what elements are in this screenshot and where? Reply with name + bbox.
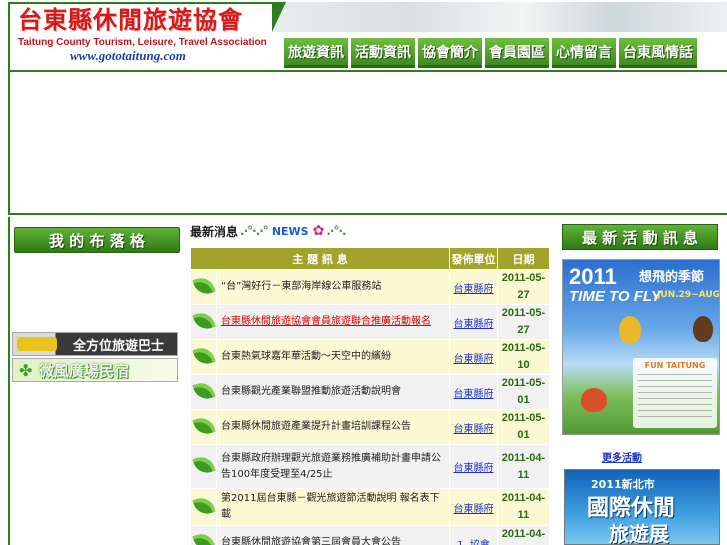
balloon-icon [693, 316, 713, 342]
news-subject-link[interactable]: 第2011屆台東縣－觀光旅遊節活動說明 報名表下載 [216, 488, 450, 526]
more-activities-link[interactable]: 更多活動 [602, 449, 642, 464]
leaf-icon-cell [190, 409, 217, 445]
latest-activities-heading[interactable]: 最 新 活 動 訊 息 [562, 224, 718, 250]
flash-banner-area [8, 72, 727, 215]
poster-text-lines [638, 374, 712, 420]
dots-decoration-icon: .·°·.·° [240, 224, 269, 238]
leaf-icon-cell [190, 525, 217, 545]
leaf-icon [191, 413, 216, 438]
news-section: 最新消息 .·°·.·° NEWS ✿ .·°·. 主 題 訊 息 發佈單位 日… [190, 220, 552, 545]
news-date: 2011-05-27 [497, 269, 550, 305]
bus-icon [17, 337, 57, 351]
news-subject-link[interactable]: 台東縣休閒旅遊產業提升計畫培訓課程公告 [216, 409, 450, 445]
news-table-header: 主 題 訊 息 發佈單位 日期 [190, 247, 550, 270]
poster-info-panel: FUN TAITUNG [633, 358, 717, 428]
table-row: 台東熱氣球嘉年華活動～天空中的繽紛 台東縣府 2011-05-10 [190, 339, 550, 375]
logo-english-title: Taitung County Tourism, Leisure, Travel … [18, 37, 267, 48]
news-heading: 最新消息 .·°·.·° NEWS ✿ .·°·. [190, 220, 552, 242]
news-table: 主 題 訊 息 發佈單位 日期 “台”灣好行－東部海岸線公車服務站 台東縣府 2… [190, 247, 550, 545]
breeze-plaza-label: 微風廣場民宿 [39, 361, 130, 380]
nav-guestbook[interactable]: 心情留言 [552, 38, 616, 68]
poster-dates: JUN.29~AUG.31 [657, 290, 720, 300]
leaf-icon [191, 308, 216, 333]
poster-season: 想飛的季節 [639, 270, 705, 285]
leaf-icon-cell [190, 374, 217, 410]
right-sidebar: 最 新 活 動 訊 息 2011 想飛的季節 TIME TO FLY JUN.2… [558, 217, 727, 545]
table-row: 台東縣政府辦理觀光旅遊業務推廣補助計畫申請公告100年度受理至4/25止 台東縣… [190, 444, 550, 489]
news-subject-link[interactable]: 台東縣觀光產業聯盟推動旅遊活動說明會 [216, 374, 450, 410]
my-blog-heading[interactable]: 我 的 布 落 格 [14, 227, 180, 253]
leaf-icon-cell [190, 339, 217, 375]
news-label: NEWS [271, 224, 309, 238]
news-date: 2011-05-27 [497, 304, 550, 340]
site-header: 台東縣休閒旅遊協會 Taitung County Tourism, Leisur… [8, 2, 727, 72]
flower-icon: ✿ [312, 223, 325, 239]
logo-url: www.gototaitung.com [70, 48, 186, 63]
activity-poster[interactable]: 2011 想飛的季節 TIME TO FLY JUN.29~AUG.31 FUN… [562, 259, 720, 435]
leaf-icon [191, 378, 216, 403]
tour-bus-banner[interactable]: 全方位旅遊巴士 [12, 332, 178, 356]
news-subject-link[interactable]: 台東熱氣球嘉年華活動～天空中的繽紛 [216, 339, 450, 375]
leaf-icon [191, 493, 216, 518]
news-date: 2011-04-11 [497, 488, 550, 526]
news-author-link[interactable]: 台東縣府 [449, 339, 498, 375]
table-row: 台東縣觀光產業聯盟推動旅遊活動說明會 台東縣府 2011-05-01 [190, 374, 550, 410]
leaf-icon [191, 343, 216, 368]
table-row: 台東縣休閒旅遊產業提升計畫培訓課程公告 台東縣府 2011-05-01 [190, 409, 550, 445]
news-date: 2011-05-10 [497, 339, 550, 375]
nav-members[interactable]: 會員園區 [485, 38, 549, 68]
page: 台東縣休閒旅遊協會 Taitung County Tourism, Leisur… [0, 0, 727, 545]
news-author-link[interactable]: 台東縣府 [449, 488, 498, 526]
news-author-link[interactable]: 台東縣府 [449, 444, 498, 489]
main-nav: 旅遊資訊 活動資訊 協會簡介 會員園區 心情留言 台東風情話 [284, 38, 697, 68]
balloon-icon [619, 316, 641, 344]
leaf-icon-cell [190, 304, 217, 340]
nav-about[interactable]: 協會簡介 [418, 38, 482, 68]
leaf-icon-cell [190, 269, 217, 305]
table-row: 台東縣休閒旅遊協會第三屆會員大會公告 1. 協會 2011-04-11 [190, 525, 550, 545]
news-date: 2011-04-11 [497, 444, 550, 489]
leaf-icon-cell [190, 488, 217, 526]
nav-taitung-stories[interactable]: 台東風情話 [619, 38, 697, 68]
poster-panel-title: FUN TAITUNG [644, 361, 706, 370]
news-subject-link[interactable]: 台東縣休閒旅遊協會第三屆會員大會公告 [216, 525, 450, 545]
header-banner-image [272, 2, 727, 32]
balloon-icon [581, 388, 607, 412]
tour-bus-label: 全方位旅遊巴士 [73, 338, 165, 354]
news-author-link[interactable]: 台東縣府 [449, 269, 498, 305]
leaf-icon [191, 453, 216, 477]
expo-line3: 旅遊展 [609, 522, 669, 545]
travel-expo-banner[interactable]: 2011新北市 國際休閒 旅遊展 [564, 469, 720, 545]
logo-chinese-title: 台東縣休閒旅遊協會 [18, 5, 243, 34]
news-date: 2011-05-01 [497, 374, 550, 410]
breeze-plaza-banner[interactable]: ✤ 微風廣場民宿 [12, 358, 178, 382]
dots-decoration-icon: .·°·. [326, 224, 346, 238]
news-subject-link[interactable]: 台東縣休閒旅遊協會會員旅遊聯合推廣活動報名 [216, 304, 450, 340]
news-title-text: 最新消息 [190, 224, 239, 239]
news-author-link[interactable]: 台東縣府 [449, 409, 498, 445]
news-author-link[interactable]: 1. 協會 [449, 525, 498, 545]
news-author-link[interactable]: 台東縣府 [449, 374, 498, 410]
news-author-link[interactable]: 台東縣府 [449, 304, 498, 340]
col-date: 日期 [497, 247, 550, 270]
col-author: 發佈單位 [449, 247, 498, 270]
table-row: “台”灣好行－東部海岸線公車服務站 台東縣府 2011-05-27 [190, 269, 550, 305]
col-subject: 主 題 訊 息 [190, 247, 450, 270]
clover-icon: ✤ [19, 361, 33, 380]
table-row: 第2011屆台東縣－觀光旅遊節活動說明 報名表下載 台東縣府 2011-04-1… [190, 488, 550, 526]
left-sidebar: 我 的 布 落 格 全方位旅遊巴士 ✤ 微風廣場民宿 [8, 217, 182, 545]
news-subject-link[interactable]: 台東縣政府辦理觀光旅遊業務推廣補助計畫申請公告100年度受理至4/25止 [216, 444, 450, 489]
leaf-icon [191, 529, 216, 545]
table-row: 台東縣休閒旅遊協會會員旅遊聯合推廣活動報名 台東縣府 2011-05-27 [190, 304, 550, 340]
leaf-icon-cell [190, 444, 217, 489]
news-subject-link[interactable]: “台”灣好行－東部海岸線公車服務站 [216, 269, 450, 305]
leaf-icon [191, 273, 216, 298]
nav-travel-info[interactable]: 旅遊資訊 [284, 38, 348, 68]
poster-year: 2011 [569, 264, 617, 289]
nav-events[interactable]: 活動資訊 [351, 38, 415, 68]
news-date: 2011-04-11 [497, 525, 550, 545]
poster-tagline: TIME TO FLY [569, 288, 661, 305]
news-date: 2011-05-01 [497, 409, 550, 445]
site-logo[interactable]: 台東縣休閒旅遊協會 Taitung County Tourism, Leisur… [14, 6, 272, 70]
